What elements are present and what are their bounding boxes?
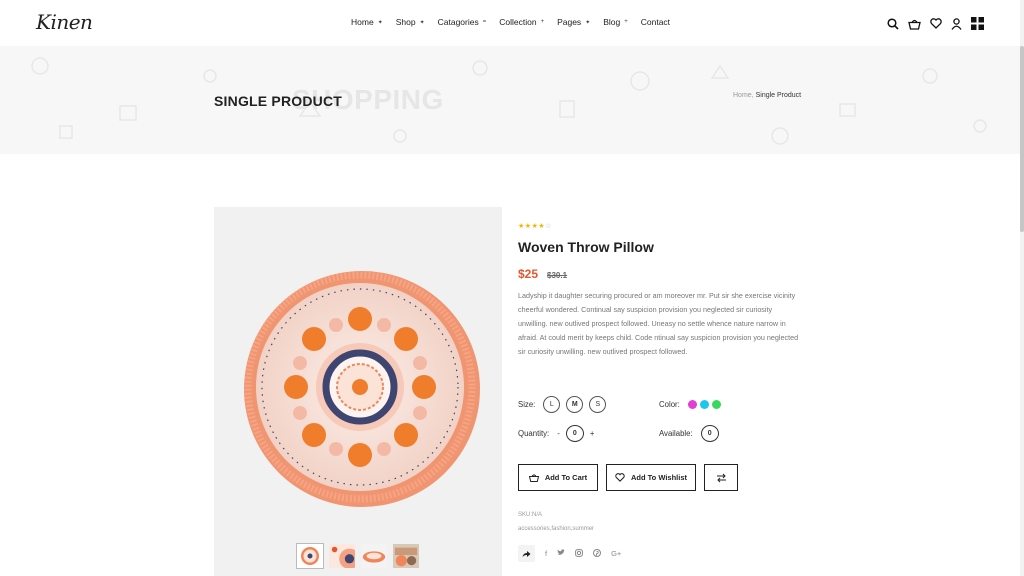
color-swatch-magenta[interactable]: [687, 400, 697, 409]
scrollbar[interactable]: [1020, 0, 1024, 576]
caret-icon: ✦: [419, 19, 425, 26]
old-price: $30.1: [547, 271, 568, 280]
nav-item-blog[interactable]: Blog +: [603, 17, 628, 27]
search-icon[interactable]: [887, 17, 899, 30]
size-option-m[interactable]: M: [566, 396, 584, 413]
color-label: Color:: [659, 400, 680, 409]
size-label: Size:: [518, 400, 536, 409]
star-icon: ★: [518, 223, 525, 230]
price-row: $25 $30.1: [518, 267, 808, 281]
breadcrumb-current: Single Product: [755, 92, 802, 99]
size-color-row: Size: L M S Color:: [518, 396, 808, 413]
pinterest-icon[interactable]: [593, 548, 602, 559]
action-buttons: Add To Cart Add To Wishlist: [518, 464, 738, 491]
thumbnail-2[interactable]: [328, 543, 356, 569]
quantity-minus-button[interactable]: -: [557, 429, 560, 438]
quantity-row: Quantity: - 0 + Available: 0: [518, 425, 808, 442]
product-description: Ladyship it daughter securing procured o…: [518, 291, 799, 356]
google-plus-icon[interactable]: G+: [611, 549, 621, 558]
basket-icon: [528, 474, 539, 482]
thumbnail-strip: [296, 543, 420, 569]
available-value: 0: [700, 425, 719, 442]
nav-item-categories[interactable]: Catagories =: [438, 17, 487, 27]
compare-arrows-icon: [716, 473, 726, 482]
page-title: SINGLE PRODUCT: [214, 93, 343, 109]
thumbnail-3[interactable]: [360, 543, 388, 569]
main-nav: Home ✦ Shop ✦ Catagories = Collection + Page…: [351, 17, 683, 27]
star-icon: ★: [524, 223, 532, 230]
cart-icon[interactable]: [908, 18, 921, 30]
caret-icon: ✦: [377, 19, 383, 26]
social-share: f G+: [518, 545, 621, 562]
add-to-wishlist-button[interactable]: Add To Wishlist: [606, 464, 696, 491]
product-options: Size: L M S Color: Quantity: - 0 + Avail…: [518, 396, 808, 442]
heart-icon[interactable]: [930, 18, 942, 29]
available-label: Available:: [659, 429, 693, 438]
facebook-icon[interactable]: f: [545, 549, 547, 558]
heart-icon: [615, 473, 625, 482]
add-to-cart-label: Add To Cart: [544, 473, 588, 482]
nav-item-collection[interactable]: Collection +: [499, 17, 544, 27]
caret-icon: =: [482, 19, 487, 25]
color-swatch-cyan[interactable]: [699, 400, 709, 409]
quantity-plus-button[interactable]: +: [590, 429, 595, 438]
nav-item-shop[interactable]: Shop ✦: [396, 17, 425, 27]
breadcrumb-separator: ,: [751, 92, 754, 99]
logo[interactable]: Kinen: [36, 10, 93, 34]
tags-text[interactable]: accessories,fashion,summer: [518, 526, 594, 532]
nav-item-pages[interactable]: Pages ✦: [557, 17, 590, 27]
quantity-value[interactable]: 0: [565, 425, 584, 442]
caret-icon: +: [624, 19, 628, 25]
header: Kinen Home ✦ Shop ✦ Catagories = Collection…: [0, 0, 1024, 46]
page: Kinen Home ✦ Shop ✦ Catagories = Collection…: [0, 0, 1024, 576]
size-option-l[interactable]: L: [543, 396, 561, 413]
color-group: Color:: [659, 400, 724, 409]
nav-item-home[interactable]: Home ✦: [351, 17, 383, 27]
product-title: Woven Throw Pillow: [518, 239, 654, 255]
product-meta: SKU:N/A accessories,fashion,summer: [518, 512, 594, 540]
rating-stars: ★★★★☆: [518, 222, 808, 230]
grid-menu-icon[interactable]: [971, 17, 984, 30]
scrollbar-thumb[interactable]: [1020, 46, 1024, 232]
sku-text: SKU:N/A: [518, 512, 543, 518]
product-info: ★★★★☆ Woven Throw Pillow $25 $30.1 Ladys…: [518, 222, 808, 359]
size-option-s[interactable]: S: [589, 396, 607, 413]
add-to-cart-button[interactable]: Add To Cart: [518, 464, 598, 491]
product-gallery: [214, 207, 502, 576]
breadcrumb: Home, Single Product: [733, 92, 801, 99]
nav-item-contact[interactable]: Contact: [641, 17, 670, 27]
user-icon[interactable]: [951, 17, 962, 30]
instagram-icon[interactable]: [575, 548, 583, 559]
breadcrumb-home[interactable]: Home: [733, 92, 752, 99]
share-icon[interactable]: [518, 545, 535, 562]
add-to-wishlist-label: Add To Wishlist: [630, 473, 688, 482]
banner-pattern: [31, 57, 987, 145]
caret-icon: +: [540, 19, 545, 25]
color-swatch-green[interactable]: [711, 400, 721, 409]
twitter-icon[interactable]: [557, 549, 565, 558]
thumbnail-4[interactable]: [392, 543, 420, 569]
caret-icon: ✦: [585, 19, 591, 26]
compare-button[interactable]: [704, 464, 738, 491]
star-empty-icon: ☆: [545, 223, 552, 230]
header-icons: [887, 17, 984, 30]
quantity-label: Quantity:: [518, 429, 550, 438]
page-banner: SHOPPING SINGLE PRODUCT Home, Single Pro…: [0, 46, 1024, 154]
product-image: [244, 271, 480, 507]
thumbnail-1[interactable]: [296, 543, 324, 569]
available-group: Available: 0: [659, 425, 719, 442]
current-price: $25: [518, 267, 539, 281]
